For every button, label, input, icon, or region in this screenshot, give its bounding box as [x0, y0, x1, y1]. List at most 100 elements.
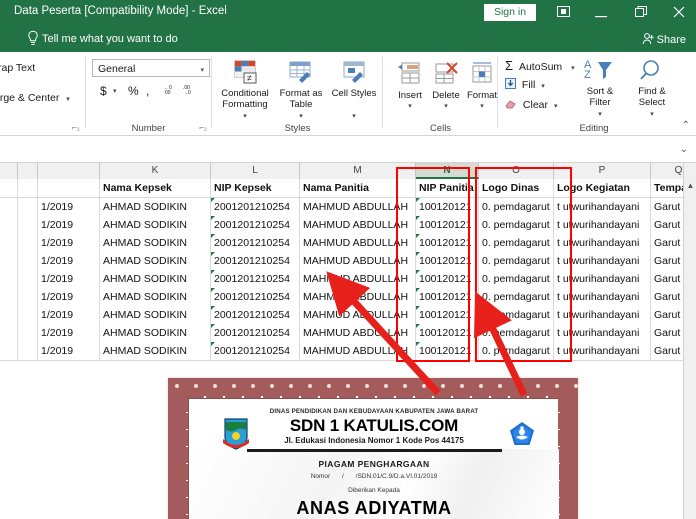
- decrease-decimal-icon[interactable]: .00 →0: [183, 83, 197, 97]
- table-cell[interactable]: [0, 270, 18, 289]
- column-header-m[interactable]: M: [300, 163, 416, 179]
- table-cell[interactable]: 100120121: [416, 270, 479, 289]
- close-icon[interactable]: [664, 3, 694, 23]
- header-cell-m[interactable]: Nama Panitia: [300, 179, 416, 198]
- table-cell[interactable]: 0. pemdagarut: [479, 288, 554, 307]
- table-cell[interactable]: MAHMUD ABDULLAH: [300, 324, 416, 343]
- minimize-icon[interactable]: [586, 3, 616, 23]
- table-cell[interactable]: 2001201210254: [211, 216, 300, 235]
- table-cell[interactable]: 100120121: [416, 234, 479, 253]
- chevron-down-icon[interactable]: ▾: [299, 112, 303, 120]
- sign-in-button[interactable]: Sign in: [484, 4, 536, 21]
- table-cell[interactable]: 1/2019: [38, 234, 100, 253]
- wrap-text-button[interactable]: rap Text: [0, 62, 35, 74]
- column-header-l[interactable]: L: [211, 163, 300, 179]
- chevron-down-icon[interactable]: ▾: [571, 65, 575, 72]
- header-cell-blank[interactable]: [38, 179, 100, 198]
- chevron-down-icon[interactable]: ▾: [650, 111, 654, 118]
- table-cell[interactable]: 2001201210254: [211, 234, 300, 253]
- table-cell[interactable]: 1/2019: [38, 198, 100, 217]
- fill-button[interactable]: Fill ▾: [505, 78, 545, 91]
- table-cell[interactable]: 2001201210254: [211, 342, 300, 361]
- table-cell[interactable]: 0. pemdagarut: [479, 270, 554, 289]
- table-cell[interactable]: [18, 234, 38, 253]
- table-cell[interactable]: 100120121: [416, 252, 479, 271]
- ribbon-display-options-icon[interactable]: [548, 3, 578, 23]
- table-cell[interactable]: 0. pemdagarut: [479, 324, 554, 343]
- scroll-up-icon[interactable]: ▲: [684, 179, 696, 193]
- comma-format-button[interactable]: ,: [146, 84, 149, 98]
- table-cell[interactable]: [18, 288, 38, 307]
- table-cell[interactable]: AHMAD SODIKIN: [100, 234, 211, 253]
- table-cell[interactable]: t utwurihandayani: [554, 252, 651, 271]
- table-cell[interactable]: 1/2019: [38, 252, 100, 271]
- formula-bar[interactable]: ⌄: [0, 136, 696, 163]
- table-cell[interactable]: MAHMUD ABDULLAH: [300, 234, 416, 253]
- table-cell[interactable]: 2001201210254: [211, 270, 300, 289]
- table-cell[interactable]: [18, 270, 38, 289]
- table-cell[interactable]: AHMAD SODIKIN: [100, 342, 211, 361]
- table-cell[interactable]: 2001201210254: [211, 324, 300, 343]
- restore-icon[interactable]: [626, 3, 656, 23]
- number-format-combobox[interactable]: General ▾: [92, 59, 210, 77]
- table-cell[interactable]: 1/2019: [38, 216, 100, 235]
- header-cell-blank[interactable]: [0, 179, 18, 198]
- table-cell[interactable]: t utwurihandayani: [554, 306, 651, 325]
- header-cell-l[interactable]: NIP Kepsek: [211, 179, 300, 198]
- table-cell[interactable]: 100120121: [416, 198, 479, 217]
- table-cell[interactable]: AHMAD SODIKIN: [100, 324, 211, 343]
- column-header-blank[interactable]: [0, 163, 18, 179]
- currency-dropdown-icon[interactable]: ▾: [113, 87, 117, 95]
- table-cell[interactable]: t utwurihandayani: [554, 324, 651, 343]
- autosum-button[interactable]: Σ AutoSum ▾: [505, 58, 575, 73]
- header-cell-n[interactable]: NIP Panitia: [416, 179, 479, 198]
- table-cell[interactable]: [0, 198, 18, 217]
- merge-and-center-button[interactable]: erge & Center ▾: [0, 92, 70, 104]
- table-cell[interactable]: 0. pemdagarut: [479, 252, 554, 271]
- alignment-dialog-launcher[interactable]: ⌐₂: [72, 123, 80, 132]
- header-cell-o[interactable]: Logo Dinas: [479, 179, 554, 198]
- table-cell[interactable]: 100120121: [416, 342, 479, 361]
- column-header-blank[interactable]: [38, 163, 100, 179]
- percent-format-button[interactable]: %: [128, 84, 139, 98]
- table-cell[interactable]: 0. pemdagarut: [479, 198, 554, 217]
- table-cell[interactable]: 0. pemdagarut: [479, 234, 554, 253]
- share-button[interactable]: Share: [642, 32, 686, 46]
- table-cell[interactable]: [0, 342, 18, 361]
- certificate-preview[interactable]: DINAS PENDIDIKAN DAN KEBUDAYAAN KABUPATE…: [168, 378, 578, 519]
- table-cell[interactable]: [0, 288, 18, 307]
- table-cell[interactable]: AHMAD SODIKIN: [100, 198, 211, 217]
- tell-me-input[interactable]: Tell me what you want to do: [42, 33, 178, 45]
- table-cell[interactable]: 100120121: [416, 306, 479, 325]
- table-cell[interactable]: AHMAD SODIKIN: [100, 306, 211, 325]
- column-header-o[interactable]: O: [479, 163, 554, 179]
- currency-format-button[interactable]: $: [100, 84, 107, 98]
- column-header-p[interactable]: P: [554, 163, 651, 179]
- table-cell[interactable]: MAHMUD ABDULLAH: [300, 198, 416, 217]
- header-cell-k[interactable]: Nama Kepsek: [100, 179, 211, 198]
- chevron-down-icon[interactable]: ▾: [541, 83, 545, 90]
- table-cell[interactable]: [0, 216, 18, 235]
- table-cell[interactable]: 1/2019: [38, 288, 100, 307]
- table-cell[interactable]: [18, 216, 38, 235]
- table-cell[interactable]: [18, 306, 38, 325]
- vertical-scrollbar[interactable]: ▲: [683, 163, 696, 519]
- table-cell[interactable]: AHMAD SODIKIN: [100, 288, 211, 307]
- format-as-table-button[interactable]: Format as Table ▾: [272, 58, 330, 120]
- table-cell[interactable]: 0. pemdagarut: [479, 216, 554, 235]
- table-cell[interactable]: MAHMUD ABDULLAH: [300, 306, 416, 325]
- table-cell[interactable]: MAHMUD ABDULLAH: [300, 288, 416, 307]
- table-cell[interactable]: 0. pemdagarut: [479, 306, 554, 325]
- table-cell[interactable]: 2001201210254: [211, 288, 300, 307]
- table-cell[interactable]: 1/2019: [38, 324, 100, 343]
- find-and-select-button[interactable]: Find & Select ▾: [631, 58, 673, 120]
- column-header-n[interactable]: N: [416, 163, 479, 179]
- conditional-formatting-button[interactable]: ≠ Conditional Formatting ▾: [216, 58, 274, 120]
- table-cell[interactable]: [0, 324, 18, 343]
- table-cell[interactable]: 1/2019: [38, 306, 100, 325]
- table-cell[interactable]: t utwurihandayani: [554, 234, 651, 253]
- clear-button[interactable]: Clear ▾: [505, 98, 557, 111]
- number-dialog-launcher[interactable]: ⌐₂: [199, 123, 207, 132]
- table-cell[interactable]: 1/2019: [38, 270, 100, 289]
- table-cell[interactable]: [0, 234, 18, 253]
